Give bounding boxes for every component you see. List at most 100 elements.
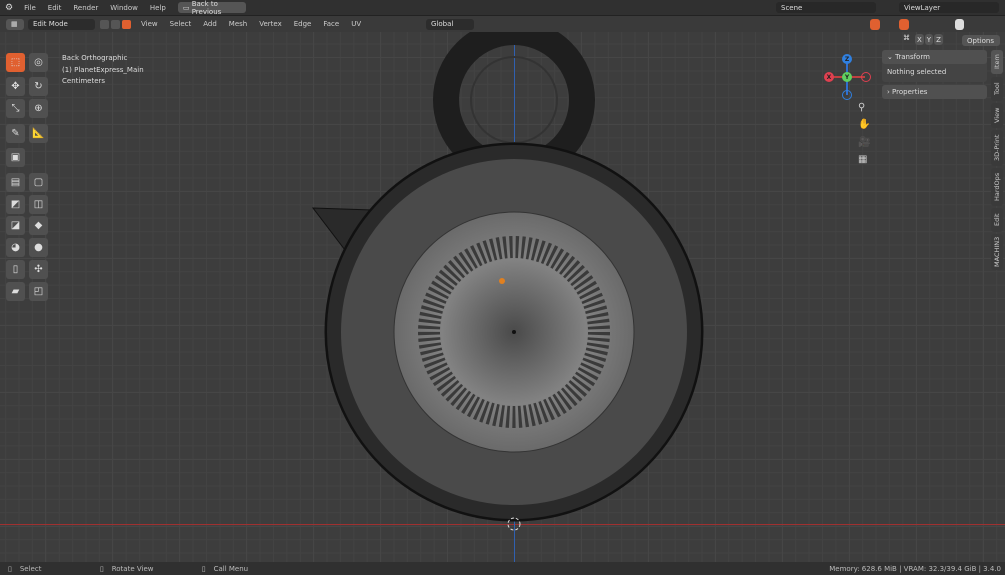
options-dropdown[interactable]: Options: [962, 35, 1000, 46]
viewport-shading-solid-button[interactable]: [955, 18, 964, 30]
gizmo-neg-x-axis[interactable]: [861, 72, 871, 82]
mesh-object[interactable]: [0, 32, 1005, 562]
top-bar: ⚙ File Edit Render Window Help ▭ Back to…: [0, 0, 1005, 16]
mode-dropdown[interactable]: Edit Mode: [28, 18, 95, 30]
cursor-tool[interactable]: ◎: [29, 53, 48, 72]
status-info: Memory: 628.6 MiB | VRAM: 32.3/39.4 GiB …: [829, 564, 1001, 573]
menu-view[interactable]: View: [135, 20, 164, 28]
menu-render[interactable]: Render: [67, 4, 104, 12]
add-cube-tool[interactable]: ▣: [6, 148, 25, 167]
object-origin: [499, 278, 505, 284]
axis-z-toggle[interactable]: Z: [934, 34, 943, 45]
tab-hardops[interactable]: HardOps: [991, 168, 1003, 206]
pan-hand-icon[interactable]: ✋: [858, 119, 870, 130]
axis-x-toggle[interactable]: X: [915, 34, 924, 45]
center-pole: [512, 330, 516, 334]
mirror-icon[interactable]: ⌘: [903, 34, 914, 45]
tab-tool[interactable]: Tool: [991, 77, 1003, 101]
annotate-tool[interactable]: ✎: [6, 124, 25, 143]
tab-machin3[interactable]: MACHIN3: [991, 234, 1003, 270]
tab-3d-print[interactable]: 3D-Print: [991, 130, 1003, 166]
nothing-selected-text: Nothing selected: [887, 68, 947, 76]
menu-uv[interactable]: UV: [345, 20, 367, 28]
axis-lock-bar: ⌘ X Y Z: [903, 34, 943, 45]
tab-view[interactable]: View: [991, 103, 1003, 128]
transform-title: Transform: [895, 53, 930, 61]
face-select-icon[interactable]: [122, 19, 131, 29]
shrink-fatten-tool[interactable]: ✣: [29, 260, 48, 279]
properties-title: Properties: [892, 88, 928, 96]
camera-icon[interactable]: 🎥: [858, 137, 870, 148]
gizmo-x-axis[interactable]: X: [824, 72, 834, 82]
select-box-tool[interactable]: ⬚: [6, 53, 25, 72]
back-label: Back to Previous: [191, 0, 222, 16]
rotate-tool[interactable]: ↻: [29, 77, 48, 96]
orientation-dropdown[interactable]: Global: [426, 18, 474, 30]
menu-add[interactable]: Add: [197, 20, 223, 28]
menu-select[interactable]: Select: [164, 20, 198, 28]
orientation-label: Global: [431, 20, 454, 28]
extrude-tool[interactable]: ▤: [6, 173, 25, 192]
properties-panel: › Properties: [882, 85, 987, 99]
loop-cut-tool[interactable]: ◫: [29, 195, 48, 214]
properties-panel-header[interactable]: › Properties: [882, 85, 987, 99]
edge-select-icon[interactable]: [111, 19, 120, 29]
tab-item[interactable]: Item: [991, 50, 1003, 74]
status-rotate: Rotate View: [111, 564, 154, 573]
status-select: Select: [19, 564, 42, 573]
menu-vertex[interactable]: Vertex: [253, 20, 288, 28]
menu-edit[interactable]: Edit: [42, 4, 68, 12]
menu-face[interactable]: Face: [317, 20, 345, 28]
back-to-previous-button[interactable]: ▭ Back to Previous: [177, 0, 246, 16]
transform-panel: ⌄ Transform Nothing selected: [882, 50, 987, 82]
move-tool[interactable]: ✥: [6, 77, 25, 96]
gizmo-z-axis[interactable]: Z: [842, 54, 852, 64]
options-label: Options: [967, 36, 995, 45]
tab-edit[interactable]: Edit: [991, 208, 1003, 232]
vertex-select-icon[interactable]: [100, 19, 109, 29]
screen-icon: ▭: [182, 3, 192, 12]
xray-toggle-button[interactable]: [899, 18, 909, 30]
object-name: (1) PlanetExpress_Main: [62, 66, 144, 74]
overlay-toggle-button[interactable]: [870, 18, 880, 30]
poly-build-tool[interactable]: ◆: [29, 216, 48, 235]
mouse-left-icon: ▯: [8, 564, 12, 573]
spin-tool[interactable]: ◕: [6, 238, 25, 257]
inset-tool[interactable]: ▢: [29, 173, 48, 192]
shear-tool[interactable]: ▰: [6, 282, 25, 301]
scene-name: Scene: [781, 3, 803, 12]
gizmo-neg-z-axis[interactable]: [842, 90, 852, 100]
rip-tool[interactable]: ◰: [29, 282, 48, 301]
grid-ortho-icon[interactable]: ▦: [858, 154, 867, 165]
edge-slide-tool[interactable]: ▯: [6, 260, 25, 279]
menu-mesh[interactable]: Mesh: [223, 20, 253, 28]
view-layer-selector[interactable]: ViewLayer: [899, 2, 999, 13]
measure-tool[interactable]: 📐: [29, 124, 48, 143]
viewport-header: ▦ Edit Mode View Select Add Mesh Vertex …: [0, 15, 1005, 32]
blender-logo-icon[interactable]: ⚙: [0, 3, 18, 13]
zoom-icon[interactable]: ⚲: [858, 102, 865, 113]
handle-ring-inner: [470, 56, 558, 144]
scene-selector[interactable]: Scene: [776, 2, 876, 13]
editor-type-button[interactable]: ▦: [6, 18, 24, 30]
menu-edge[interactable]: Edge: [288, 20, 318, 28]
view-layer-name: ViewLayer: [904, 3, 941, 12]
units-label: Centimeters: [62, 77, 106, 85]
bevel-tool[interactable]: ◩: [6, 195, 25, 214]
view-name: Back Orthographic: [62, 54, 128, 62]
mouse-middle-icon: ▯: [99, 564, 104, 573]
smooth-tool[interactable]: ●: [29, 238, 48, 257]
status-call-menu: Call Menu: [213, 564, 249, 573]
mode-label: Edit Mode: [33, 20, 68, 28]
axis-y-toggle[interactable]: Y: [924, 34, 934, 45]
menu-window[interactable]: Window: [104, 4, 144, 12]
3d-viewport[interactable]: Back Orthographic (1) PlanetExpress_Main…: [0, 32, 1005, 562]
mouse-right-icon: ▯: [201, 564, 206, 573]
menu-file[interactable]: File: [18, 4, 42, 12]
transform-panel-header[interactable]: ⌄ Transform: [882, 50, 987, 64]
menu-help[interactable]: Help: [144, 4, 172, 12]
knife-tool[interactable]: ◪: [6, 216, 25, 235]
scale-tool[interactable]: ⤡: [6, 99, 25, 118]
transform-tool[interactable]: ⊕: [29, 99, 48, 118]
gizmo-y-axis[interactable]: Y: [842, 72, 852, 82]
